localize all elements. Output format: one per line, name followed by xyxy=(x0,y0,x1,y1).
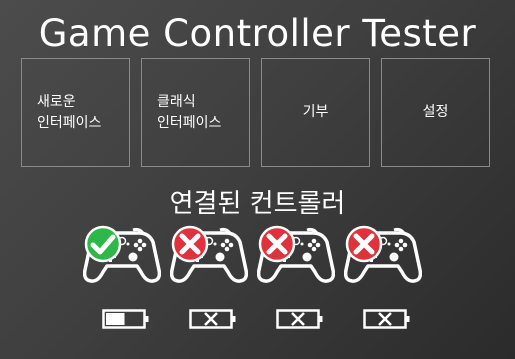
x-icon xyxy=(345,225,383,263)
check-icon xyxy=(84,225,122,263)
battery-none-icon xyxy=(276,309,323,329)
battery-low-icon xyxy=(102,309,149,329)
x-icon xyxy=(258,225,296,263)
controller-slot-1 xyxy=(83,224,161,284)
battery-none-icon xyxy=(189,309,236,329)
classic-interface-button[interactable]: 클래식 인터페이스 xyxy=(141,58,250,167)
controller-slot-3 xyxy=(257,224,335,284)
app-title: Game Controller Tester xyxy=(38,12,477,55)
connected-controllers-heading: 연결된 컨트롤러 xyxy=(169,189,346,219)
classic-interface-label: 클래식 인터페이스 xyxy=(157,93,222,131)
controller-slot-2 xyxy=(170,224,248,284)
new-interface-button[interactable]: 새로운 인터페이스 xyxy=(21,58,130,167)
new-interface-label: 새로운 인터페이스 xyxy=(37,93,102,131)
donate-button[interactable]: 기부 xyxy=(261,58,370,167)
x-icon xyxy=(171,225,209,263)
settings-button[interactable]: 설정 xyxy=(381,58,490,167)
settings-label: 설정 xyxy=(422,104,449,120)
battery-none-icon xyxy=(363,309,410,329)
controller-slot-4 xyxy=(344,224,422,284)
donate-label: 기부 xyxy=(302,104,329,120)
